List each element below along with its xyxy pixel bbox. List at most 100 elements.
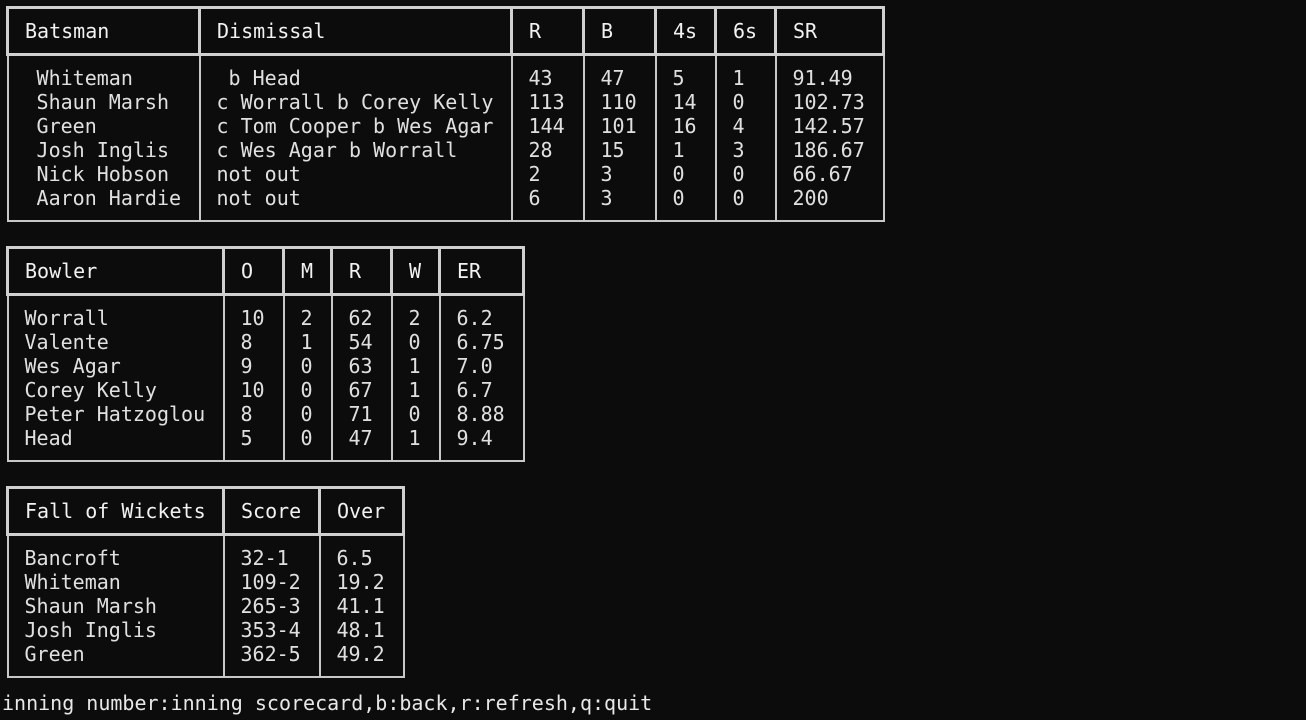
batting-scorecard-table: Batsman Dismissal R B 4s 6s SR Whiteman b Head… — [6, 6, 885, 222]
bowling-cell: Peter Hatzoglou — [6, 402, 225, 426]
bowling-row: Head 5 0 47 1 9.4 — [6, 426, 525, 461]
fall-of-wickets-table: Fall of Wickets Score Over Bancroft 32-1 6.5… — [6, 486, 405, 678]
batting-cell: 15 — [582, 138, 657, 162]
batting-header-row: Batsman Dismissal R B 4s 6s SR — [6, 6, 885, 56]
bowling-cell: 8 — [222, 330, 285, 354]
fow-header-row: Fall of Wickets Score Over — [6, 486, 405, 536]
batting-cell: Aaron Hardie — [6, 186, 201, 221]
batting-cell: 91.49 — [774, 54, 885, 90]
batting-cell: 47 — [582, 54, 657, 90]
bowling-cell: 0 — [282, 426, 333, 461]
bowling-cell: 0 — [282, 354, 333, 378]
bowling-cell: Head — [6, 426, 225, 461]
bowling-cell: 8 — [222, 402, 285, 426]
batting-row: Aaron Hardie not out 6 3 0 0 200 — [6, 186, 885, 221]
fow-cell: 32-1 — [222, 534, 321, 570]
batting-cell: 101 — [582, 114, 657, 138]
batting-cell: Whiteman — [6, 54, 201, 90]
bowling-cell: Corey Kelly — [6, 378, 225, 402]
batting-cell: 0 — [714, 186, 777, 221]
bowling-cell: 6.2 — [438, 294, 525, 330]
fow-cell: 265-3 — [222, 594, 321, 618]
bowling-cell: 8.88 — [438, 402, 525, 426]
bowling-cell: 2 — [282, 294, 333, 330]
batting-column-header: 4s — [654, 6, 717, 56]
fow-row: Josh Inglis 353-4 48.1 — [6, 618, 405, 642]
bowling-cell: 71 — [330, 402, 393, 426]
fow-column-header: Over — [318, 486, 405, 536]
bowling-cell: 6.7 — [438, 378, 525, 402]
fow-column-header: Fall of Wickets — [6, 486, 225, 536]
bowling-cell: 0 — [282, 402, 333, 426]
batting-cell: 1 — [654, 138, 717, 162]
fow-cell: Bancroft — [6, 534, 225, 570]
batting-row: Josh Inglis c Wes Agar b Worrall 28 15 1 3 186… — [6, 138, 885, 162]
batting-cell: c Tom Cooper b Wes Agar — [198, 114, 513, 138]
batting-cell: 2 — [510, 162, 585, 186]
bowling-cell: 9 — [222, 354, 285, 378]
bowling-cell: 10 — [222, 294, 285, 330]
fow-row: Green 362-5 49.2 — [6, 642, 405, 677]
bowling-cell: 10 — [222, 378, 285, 402]
bowling-cell: 63 — [330, 354, 393, 378]
bowling-header: Bowler O M R W ER — [6, 246, 525, 296]
bowling-cell: 1 — [390, 426, 441, 461]
batting-cell: 0 — [714, 162, 777, 186]
batting-column-header: R — [510, 6, 585, 56]
bowling-cell: 7.0 — [438, 354, 525, 378]
batting-cell: 28 — [510, 138, 585, 162]
batting-cell: 3 — [582, 186, 657, 221]
fow-header: Fall of Wickets Score Over — [6, 486, 405, 536]
fow-cell: 109-2 — [222, 570, 321, 594]
batting-cell: 16 — [654, 114, 717, 138]
batting-cell: 1 — [714, 54, 777, 90]
fow-cell: 6.5 — [318, 534, 405, 570]
bowling-row: Corey Kelly 10 0 67 1 6.7 — [6, 378, 525, 402]
bowling-column-header: Bowler — [6, 246, 225, 296]
bowling-cell: 47 — [330, 426, 393, 461]
fow-column-header: Score — [222, 486, 321, 536]
batting-body: Whiteman b Head 43 47 5 1 91.49 Shaun Marsh c … — [6, 54, 885, 221]
fow-cell: 41.1 — [318, 594, 405, 618]
batting-row: Shaun Marsh c Worrall b Corey Kelly 113 110… — [6, 90, 885, 114]
fow-row: Whiteman 109-2 19.2 — [6, 570, 405, 594]
bowling-column-header: W — [390, 246, 441, 296]
bowling-cell: 0 — [390, 402, 441, 426]
batting-cell: 0 — [654, 162, 717, 186]
batting-cell: 3 — [582, 162, 657, 186]
batting-cell: b Head — [198, 54, 513, 90]
bowling-cell: Worrall — [6, 294, 225, 330]
bowling-cell: 62 — [330, 294, 393, 330]
batting-cell: 14 — [654, 90, 717, 114]
batting-column-header: SR — [774, 6, 885, 56]
fow-cell: Whiteman — [6, 570, 225, 594]
keyboard-help-status-line: inning number:inning scorecard,b:back,r:… — [2, 691, 653, 715]
batting-column-header: Dismissal — [198, 6, 513, 56]
batting-cell: 113 — [510, 90, 585, 114]
batting-column-header: B — [582, 6, 657, 56]
bowling-cell: 67 — [330, 378, 393, 402]
fow-row: Shaun Marsh 265-3 41.1 — [6, 594, 405, 618]
bowling-cell: 1 — [282, 330, 333, 354]
batting-column-header: Batsman — [6, 6, 201, 56]
batting-cell: 142.57 — [774, 114, 885, 138]
batting-cell: c Wes Agar b Worrall — [198, 138, 513, 162]
batting-row: Green c Tom Cooper b Wes Agar 144 101 16 4 142… — [6, 114, 885, 138]
fow-cell: 362-5 — [222, 642, 321, 677]
batting-cell: 4 — [714, 114, 777, 138]
batting-cell: 186.67 — [774, 138, 885, 162]
batting-cell: Green — [6, 114, 201, 138]
bowling-header-row: Bowler O M R W ER — [6, 246, 525, 296]
bowling-cell: 1 — [390, 378, 441, 402]
batting-cell: 43 — [510, 54, 585, 90]
batting-cell: 102.73 — [774, 90, 885, 114]
batting-row: Nick Hobson not out 2 3 0 0 66.67 — [6, 162, 885, 186]
batting-cell: c Worrall b Corey Kelly — [198, 90, 513, 114]
fow-cell: Green — [6, 642, 225, 677]
bowling-cell: Wes Agar — [6, 354, 225, 378]
batting-cell: 110 — [582, 90, 657, 114]
batting-cell: Shaun Marsh — [6, 90, 201, 114]
batting-cell: 66.67 — [774, 162, 885, 186]
bowling-cell: 5 — [222, 426, 285, 461]
bowling-body: Worrall 10 2 62 2 6.2 Valente 8 1 54 0 6.75 Wes Agar… — [6, 294, 525, 461]
